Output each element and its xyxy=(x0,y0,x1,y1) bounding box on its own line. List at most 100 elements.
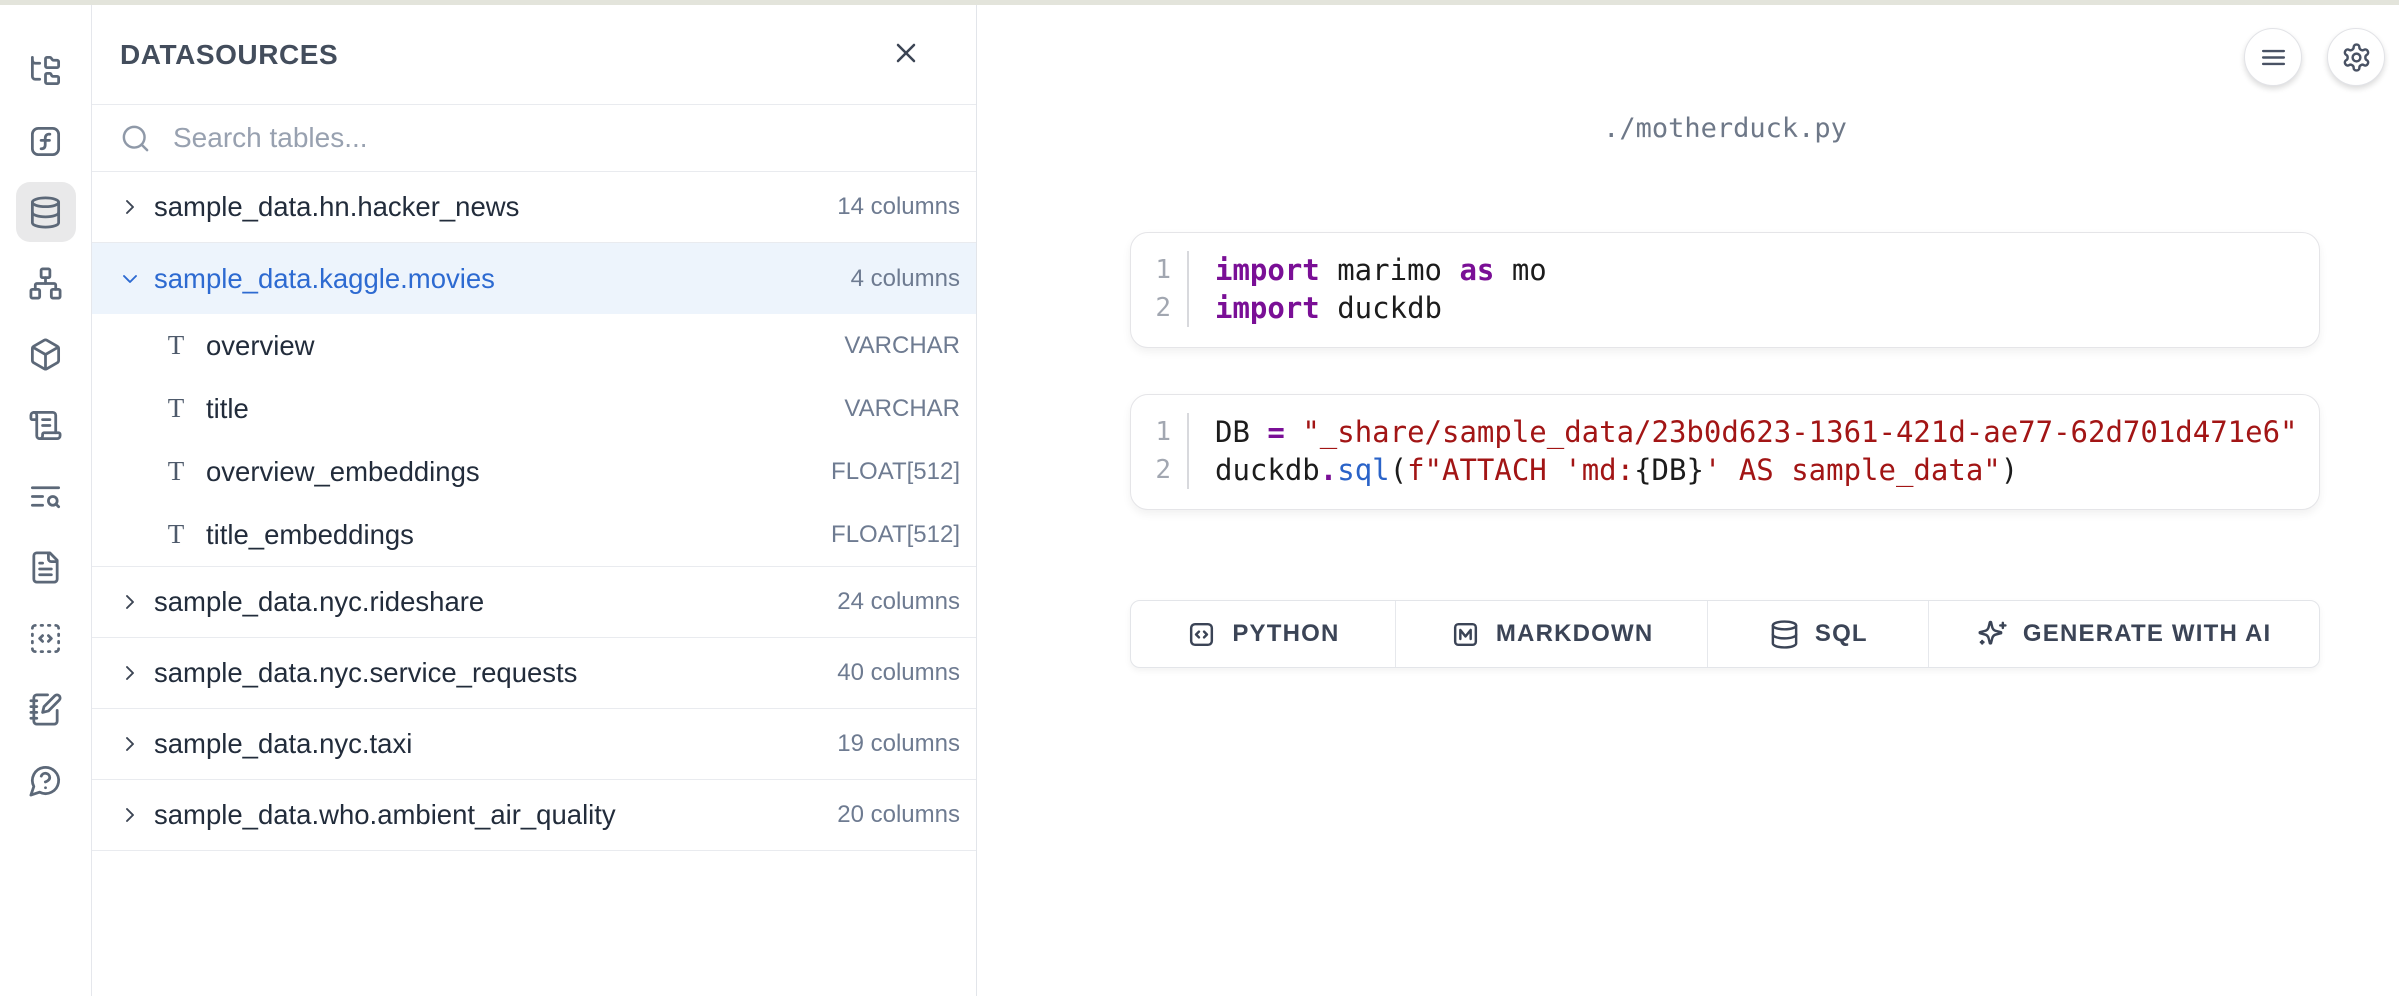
table-columns-count: 4 columns xyxy=(851,265,960,293)
add-cell-button-sql[interactable]: SQL xyxy=(1708,601,1929,667)
rail-item-variables[interactable] xyxy=(16,111,76,171)
function-square-icon xyxy=(28,124,63,159)
table-row[interactable]: sample_data.who.ambient_air_quality 20 co… xyxy=(92,780,976,851)
close-panel-button[interactable] xyxy=(886,33,926,76)
menu-icon xyxy=(2258,42,2289,73)
gear-icon xyxy=(2341,42,2372,73)
table-row[interactable]: sample_data.kaggle.movies4 columns xyxy=(92,243,976,314)
rail-item-snippets[interactable] xyxy=(16,608,76,668)
chevron-down-icon xyxy=(118,267,142,291)
cells-container: 1import marimo as mo2import duckdb1DB = … xyxy=(1130,232,2320,510)
file-text-icon xyxy=(28,550,63,585)
notebook-filename: ./motherduck.py xyxy=(1130,109,2320,149)
panel-title: DATASOURCES xyxy=(120,39,338,71)
column-row[interactable]: ToverviewVARCHAR xyxy=(92,314,976,377)
column-type: VARCHAR xyxy=(844,332,960,360)
table-columns-count: 24 columns xyxy=(837,588,960,616)
list-search-icon xyxy=(28,479,63,514)
code-text: DB = "_share/sample_data/23b0d623-1361-4… xyxy=(1189,413,2298,451)
line-number: 1 xyxy=(1131,413,1189,451)
column-row[interactable]: Ttitle_embeddings FLOAT[512] xyxy=(92,503,976,566)
notebook-menu-button[interactable] xyxy=(2244,28,2302,86)
column-type: VARCHAR xyxy=(844,395,960,423)
table-columns-count: 20 columns xyxy=(837,801,960,829)
add-cell-button-label: MARKDOWN xyxy=(1496,620,1654,648)
add-cell-button-markdown[interactable]: MARKDOWN xyxy=(1396,601,1708,667)
table-name: sample_data.who.ambient_air_quality xyxy=(154,799,616,831)
add-cell-button-label: SQL xyxy=(1815,620,1868,648)
column-type: FLOAT[512] xyxy=(831,521,960,549)
line-number: 1 xyxy=(1131,251,1189,289)
help-chat-icon xyxy=(28,763,63,798)
code-square-icon xyxy=(1186,619,1217,650)
column-type-icon: T xyxy=(162,393,190,424)
rail-item-scratchpad[interactable] xyxy=(16,679,76,739)
chevron-right-icon xyxy=(118,590,142,614)
folder-tree-icon xyxy=(28,53,63,88)
table-row[interactable]: sample_data.nyc.service_requests 40 colum… xyxy=(92,638,976,709)
column-row[interactable]: Ttitle VARCHAR xyxy=(92,377,976,440)
network-icon xyxy=(28,266,63,301)
markdown-square-icon xyxy=(1450,619,1481,650)
rail-item-packages[interactable] xyxy=(16,324,76,384)
column-row[interactable]: Toverview_embeddingsFLOAT[512] xyxy=(92,440,976,503)
rail-item-file-explorer[interactable] xyxy=(16,40,76,100)
chevron-right-icon xyxy=(118,661,142,685)
column-type-icon: T xyxy=(162,330,190,361)
database-icon xyxy=(1769,619,1800,650)
code-line: 1DB = "_share/sample_data/23b0d623-1361-… xyxy=(1131,413,2299,451)
notebook-content: ./motherduck.py 1import marimo as mo2imp… xyxy=(1130,109,2320,668)
code-line: 2duckdb.sql(f"ATTACH 'md:{DB}' AS sample… xyxy=(1131,451,2299,489)
table-row[interactable]: sample_data.nyc.taxi 19 columns xyxy=(92,709,976,780)
add-cell-button-generate-with-ai[interactable]: GENERATE WITH AI xyxy=(1929,601,2319,667)
add-cell-button-python[interactable]: PYTHON xyxy=(1131,601,1396,667)
notebook-actions xyxy=(2244,28,2385,86)
settings-button[interactable] xyxy=(2327,28,2385,86)
top-accent-strip xyxy=(0,0,2399,5)
rail-item-help[interactable] xyxy=(16,750,76,810)
helper-panel-rail xyxy=(0,5,92,996)
table-name: sample_data.nyc.service_requests xyxy=(154,657,577,689)
add-cell-button-label: PYTHON xyxy=(1232,620,1339,648)
code-text: import duckdb xyxy=(1189,289,1442,327)
rail-item-documentation[interactable] xyxy=(16,537,76,597)
notebook-area: ./motherduck.py 1import marimo as mo2imp… xyxy=(978,5,2399,996)
table-name: sample_data.nyc.rideshare xyxy=(154,586,484,618)
column-name: title_embeddings xyxy=(206,519,414,551)
code-text: duckdb.sql(f"ATTACH 'md:{DB}' AS sample_… xyxy=(1189,451,2018,489)
search-tables-input[interactable] xyxy=(171,121,952,155)
rail-item-dependencies[interactable] xyxy=(16,253,76,313)
line-number: 2 xyxy=(1131,289,1189,327)
add-cell-button-row: PYTHON MARKDOWN SQL GENERATE WITH AI xyxy=(1130,600,2320,668)
code-line: 2import duckdb xyxy=(1131,289,2299,327)
datasources-panel: DATASOURCES sample_data.hn.hacker_news14… xyxy=(92,5,977,996)
package-icon xyxy=(28,337,63,372)
table-row[interactable]: sample_data.nyc.rideshare 24 columns xyxy=(92,567,976,638)
table-columns-count: 19 columns xyxy=(837,730,960,758)
chevron-right-icon xyxy=(118,195,142,219)
datasources-header: DATASOURCES xyxy=(92,5,976,105)
column-type-icon: T xyxy=(162,519,190,550)
table-columns-block: ToverviewVARCHARTtitleVARCHARToverview_e… xyxy=(92,314,976,567)
rail-item-logs[interactable] xyxy=(16,395,76,455)
code-text: import marimo as mo xyxy=(1189,251,1547,289)
add-cell-button-label: GENERATE WITH AI xyxy=(2023,620,2272,648)
table-row[interactable]: sample_data.hn.hacker_news14 columns xyxy=(92,172,976,243)
table-name: sample_data.nyc.taxi xyxy=(154,728,412,760)
code-cell-1[interactable]: 1import marimo as mo2import duckdb xyxy=(1130,232,2320,348)
chevron-right-icon xyxy=(118,732,142,756)
sparkles-icon xyxy=(1977,619,2008,650)
chevron-right-icon xyxy=(118,803,142,827)
column-name: title xyxy=(206,393,249,425)
close-icon xyxy=(890,37,922,69)
rail-item-datasources[interactable] xyxy=(16,182,76,242)
column-type: FLOAT[512] xyxy=(831,458,960,486)
code-cell-2[interactable]: 1DB = "_share/sample_data/23b0d623-1361-… xyxy=(1130,394,2320,510)
table-columns-count: 40 columns xyxy=(837,659,960,687)
search-icon xyxy=(120,123,151,154)
rail-item-tracing[interactable] xyxy=(16,466,76,526)
scroll-icon xyxy=(28,408,63,443)
column-name: overview_embeddings xyxy=(206,456,480,488)
table-name: sample_data.hn.hacker_news xyxy=(154,191,519,223)
search-tables-row xyxy=(92,105,976,172)
